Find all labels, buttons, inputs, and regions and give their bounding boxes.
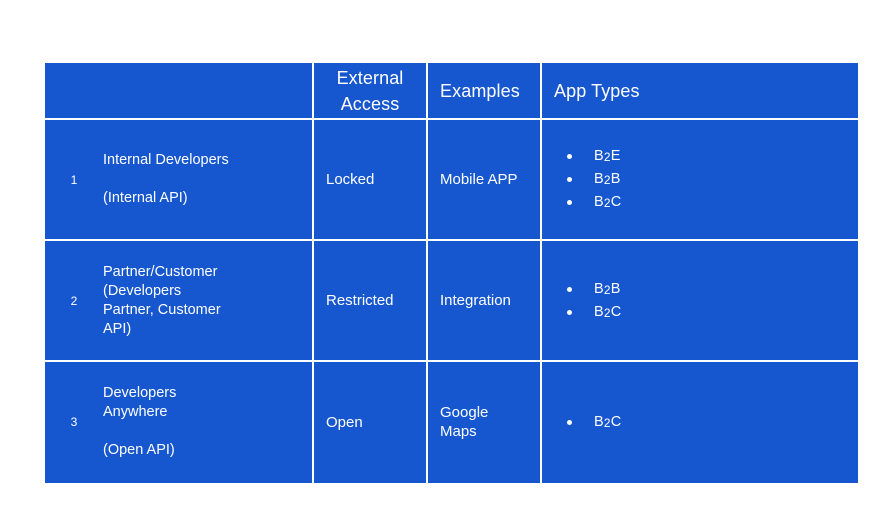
list-item: B2B xyxy=(542,278,858,301)
app-type-label: B2C xyxy=(594,194,622,211)
list-item: B2E xyxy=(542,145,858,168)
row-app-types-cell: B2B B2C xyxy=(542,241,858,360)
table-row: 2 Partner/Customer (Developers Partner, … xyxy=(45,241,860,360)
header-label-examples: Examples xyxy=(440,80,520,101)
app-type-label: B2E xyxy=(594,148,621,165)
bullet-dot-icon xyxy=(567,419,572,425)
app-types-list: B2C xyxy=(542,411,858,434)
header-cell-description xyxy=(45,63,312,119)
api-classification-table: External Access Examples App Types 1 Int… xyxy=(45,63,860,483)
app-type-label: B2B xyxy=(594,280,621,297)
list-item: B2C xyxy=(542,191,858,214)
app-types-list: B2E B2B B2C xyxy=(542,145,858,214)
bullet-dot-icon xyxy=(567,154,572,160)
bullet-dot-icon xyxy=(567,286,572,292)
table-row: 1 Internal Developers (Internal API) Loc… xyxy=(45,120,860,240)
table-row: 3 Developers Anywhere (Open API) Open Go… xyxy=(45,361,860,483)
bullet-dot-icon xyxy=(567,309,572,315)
row-examples-cell: Integration xyxy=(428,241,540,360)
row-external-access-cell: Locked xyxy=(314,120,426,240)
list-item: B2B xyxy=(542,168,858,191)
app-type-label: B2C xyxy=(594,413,622,430)
row-number: 2 xyxy=(70,293,78,308)
row-description-cell: 1 Internal Developers (Internal API) xyxy=(45,120,312,240)
row-external-access-cell: Restricted xyxy=(314,241,426,360)
row-app-types-cell: B2E B2B B2C xyxy=(542,120,858,240)
row-app-types-cell: B2C xyxy=(542,361,858,483)
header-label-app-types: App Types xyxy=(554,80,640,101)
header-label-external-access: External Access xyxy=(336,67,404,114)
row-description-text: Developers Anywhere (Open API) xyxy=(103,385,177,459)
row-external-access-cell: Open xyxy=(314,361,426,483)
list-item: B2C xyxy=(542,301,858,324)
app-type-label: B2B xyxy=(594,171,621,188)
row-description-cell: 3 Developers Anywhere (Open API) xyxy=(45,361,312,483)
row-examples-cell: Mobile APP xyxy=(428,120,540,240)
list-item: B2C xyxy=(542,411,858,434)
row-number: 3 xyxy=(70,415,78,430)
row-description-cell: 2 Partner/Customer (Developers Partner, … xyxy=(45,241,312,360)
row-description-text: Internal Developers (Internal API) xyxy=(103,152,229,207)
header-cell-external-access: External Access xyxy=(314,63,426,119)
app-type-label: B2C xyxy=(594,303,622,320)
bullet-dot-icon xyxy=(567,177,572,183)
header-cell-examples: Examples xyxy=(428,63,540,119)
bullet-dot-icon xyxy=(567,200,572,206)
table-header-row: External Access Examples App Types xyxy=(45,63,860,119)
app-types-list: B2B B2C xyxy=(542,278,858,324)
row-examples-cell: Google Maps xyxy=(428,361,540,483)
row-description-text: Partner/Customer (Developers Partner, Cu… xyxy=(103,263,221,337)
row-number: 1 xyxy=(70,172,78,187)
header-cell-app-types: App Types xyxy=(542,63,858,119)
